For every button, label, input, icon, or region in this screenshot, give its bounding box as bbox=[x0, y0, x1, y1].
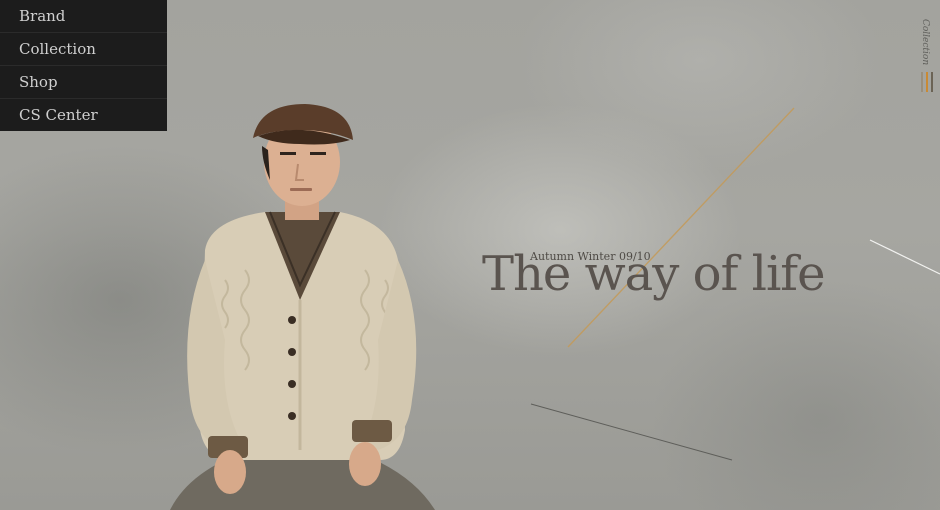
collection-bars-icon[interactable] bbox=[921, 72, 933, 92]
hero-stage: Brand Collection Shop CS Center Collecti… bbox=[0, 0, 940, 510]
nav-item-collection[interactable]: Collection bbox=[0, 32, 167, 65]
nav-item-cs-center[interactable]: CS Center bbox=[0, 98, 167, 131]
accent-diagonal-line bbox=[567, 107, 795, 348]
white-diagonal-line bbox=[869, 239, 940, 275]
model-photo bbox=[170, 104, 435, 510]
dark-diagonal-line bbox=[530, 403, 733, 461]
nav-item-shop[interactable]: Shop bbox=[0, 65, 167, 98]
collection-bar-2 bbox=[926, 72, 928, 92]
collection-bar-1 bbox=[921, 72, 923, 92]
hero-headline: The way of life bbox=[482, 246, 825, 302]
side-collection-tab[interactable]: Collection bbox=[910, 14, 940, 70]
main-nav: Brand Collection Shop CS Center bbox=[0, 0, 167, 131]
nav-item-brand[interactable]: Brand bbox=[0, 0, 167, 32]
collection-bar-3 bbox=[931, 72, 933, 92]
